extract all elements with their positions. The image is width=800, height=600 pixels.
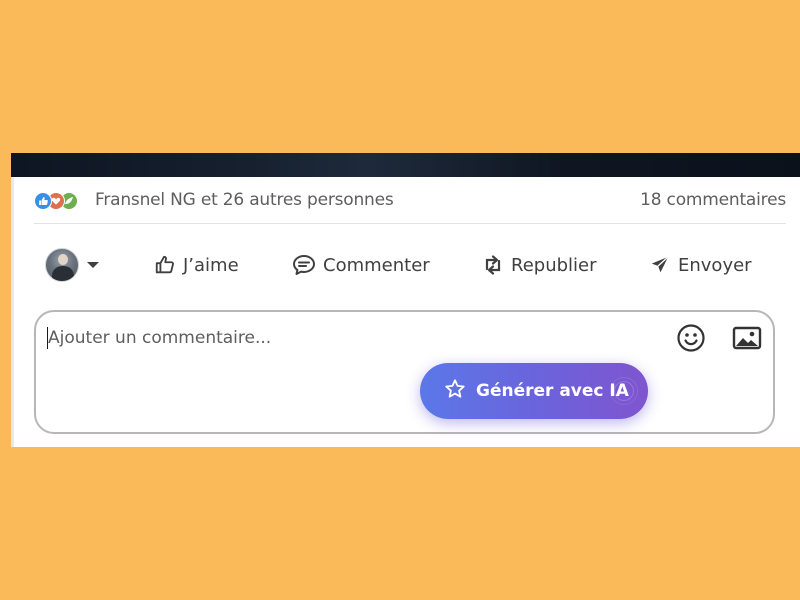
actor-switcher[interactable] xyxy=(45,246,99,284)
generate-ai-button[interactable]: Générer avec IA xyxy=(420,363,648,419)
like-label: J’aime xyxy=(183,254,239,276)
star-icon xyxy=(444,378,466,405)
chevron-down-icon xyxy=(87,262,99,268)
reaction-icons[interactable] xyxy=(34,192,92,210)
comment-button[interactable]: Commenter xyxy=(292,246,430,284)
comment-input[interactable] xyxy=(48,326,648,350)
like-icon xyxy=(34,192,52,210)
repost-label: Republier xyxy=(511,254,597,276)
reactions-summary[interactable]: Fransnel NG et 26 autres personnes xyxy=(95,190,394,210)
add-image-button[interactable] xyxy=(731,324,763,356)
emoji-icon xyxy=(676,323,706,357)
comment-composer: Générer avec IA xyxy=(34,310,775,434)
avatar xyxy=(45,248,79,282)
paper-plane-icon xyxy=(649,254,671,276)
social-actions-bar: J’aime Commenter Republier Envoyer xyxy=(11,224,800,308)
generate-ai-label: Générer avec IA xyxy=(476,381,629,401)
speech-bubble-icon xyxy=(292,254,316,276)
send-button[interactable]: Envoyer xyxy=(649,246,752,284)
repost-icon xyxy=(482,253,504,277)
social-counts-bar: Fransnel NG et 26 autres personnes 18 co… xyxy=(11,177,786,223)
thumbs-up-icon xyxy=(154,254,176,276)
send-label: Envoyer xyxy=(678,254,752,276)
ripple-decoration-outer xyxy=(610,377,638,405)
image-icon xyxy=(732,325,762,355)
like-button[interactable]: J’aime xyxy=(154,246,239,284)
comments-count[interactable]: 18 commentaires xyxy=(640,190,786,210)
post-media[interactable] xyxy=(11,153,800,177)
post-card: Fransnel NG et 26 autres personnes 18 co… xyxy=(11,153,800,447)
repost-button[interactable]: Republier xyxy=(482,246,597,284)
comment-label: Commenter xyxy=(323,254,430,276)
emoji-button[interactable] xyxy=(675,324,707,356)
